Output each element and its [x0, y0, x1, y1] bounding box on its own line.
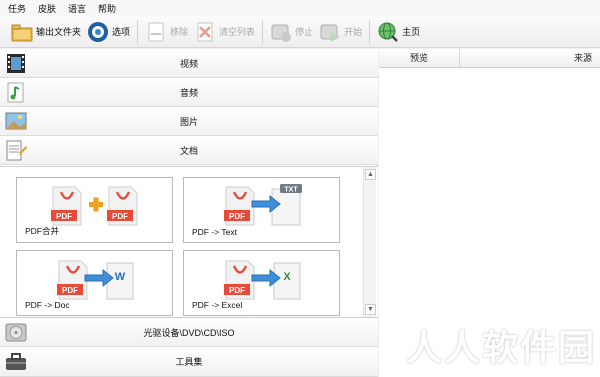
- pdf-to-text-card[interactable]: PDF TXT PDF -> Text: [183, 177, 340, 243]
- home-button[interactable]: 主页: [374, 18, 423, 46]
- pdf-to-excel-icon: PDF X: [224, 257, 308, 305]
- remove-icon: [145, 21, 167, 43]
- menu-language[interactable]: 语言: [68, 2, 86, 15]
- pdf-to-doc-icon: PDF W: [57, 257, 141, 305]
- pdf-text: PDF: [62, 286, 78, 295]
- category-rom[interactable]: 光驱设备\DVD\CD\ISO: [0, 318, 378, 347]
- card-label: PDF -> Text: [192, 227, 237, 237]
- toolbar: 输出文件夹 选项 移除 清空列表 停止 开始 主页: [0, 16, 600, 48]
- pdf-to-excel-card[interactable]: PDF X PDF -> Excel: [183, 250, 340, 316]
- watermark: 人人软件园: [405, 328, 596, 369]
- menu-task[interactable]: 任务: [8, 2, 26, 15]
- toolbar-separator: [262, 19, 264, 44]
- folder-icon: [11, 21, 33, 43]
- category-image[interactable]: 图片: [0, 107, 378, 136]
- scroll-up-arrow[interactable]: ▲: [365, 169, 376, 180]
- word-text: W: [115, 271, 126, 283]
- clear-list-button[interactable]: 清空列表: [191, 18, 258, 46]
- category-audio[interactable]: 音频: [0, 78, 378, 107]
- card-label: PDF合并: [25, 226, 60, 236]
- pdf-text: PDF: [112, 212, 128, 221]
- start-icon: [319, 21, 341, 43]
- menu-help[interactable]: 帮助: [98, 2, 116, 15]
- menu-skin[interactable]: 皮肤: [38, 2, 56, 15]
- options-icon: [87, 21, 109, 43]
- pdf-merge-card[interactable]: PDF PDF PDF合并: [16, 177, 173, 243]
- grid-scrollbar[interactable]: ▲ ▼: [363, 167, 376, 317]
- card-label: PDF -> Doc: [25, 300, 70, 310]
- remove-button[interactable]: 移除: [142, 18, 191, 46]
- column-preview[interactable]: 预览: [379, 49, 460, 68]
- toolbar-separator: [369, 19, 371, 44]
- menu-bar: 任务 皮肤 语言 帮助: [0, 0, 600, 16]
- toolbar-separator: [137, 19, 139, 44]
- clear-list-icon: [194, 21, 216, 43]
- txt-text: TXT: [284, 187, 298, 194]
- stop-icon: [270, 21, 292, 43]
- category-document[interactable]: 文档: [0, 136, 378, 165]
- pdf-text: PDF: [56, 212, 72, 221]
- options-button[interactable]: 选项: [84, 18, 133, 46]
- globe-search-icon: [377, 21, 399, 43]
- category-panel: 视频 音频 图片 文档 PDF PDF PDF合并 PDF TXT PDF ->…: [0, 49, 378, 377]
- start-button[interactable]: 开始: [316, 18, 365, 46]
- pdf-text: PDF: [229, 212, 245, 221]
- pdf-to-text-icon: PDF TXT: [224, 183, 308, 231]
- document-conversion-grid: PDF PDF PDF合并 PDF TXT PDF -> Text PDF W …: [0, 166, 378, 318]
- pdf-merge-icon: PDF PDF: [51, 183, 141, 231]
- file-list-header: 预览 来源: [379, 49, 600, 68]
- column-source[interactable]: 来源: [574, 49, 592, 68]
- pdf-text: PDF: [229, 286, 245, 295]
- stop-button[interactable]: 停止: [267, 18, 316, 46]
- output-folder-button[interactable]: 输出文件夹: [8, 18, 84, 46]
- scroll-down-arrow[interactable]: ▼: [365, 304, 376, 315]
- excel-text: X: [283, 271, 291, 283]
- pdf-to-doc-card[interactable]: PDF W PDF -> Doc: [16, 250, 173, 316]
- card-label: PDF -> Excel: [192, 300, 243, 310]
- category-video[interactable]: 视频: [0, 49, 378, 78]
- category-tools[interactable]: 工具集: [0, 347, 378, 377]
